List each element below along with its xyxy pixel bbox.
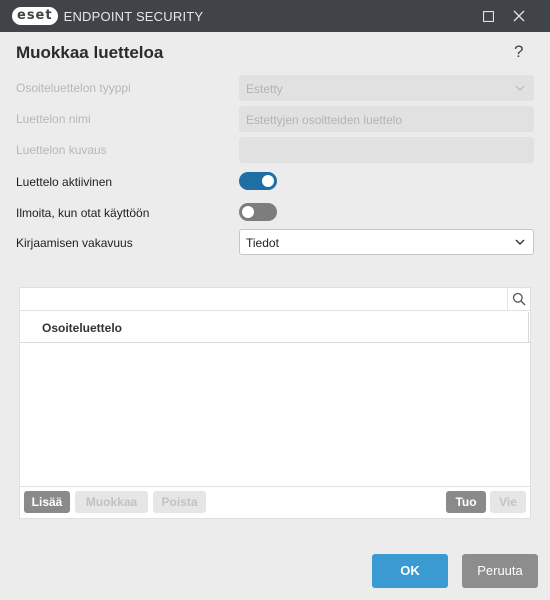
logging-severity-value: Tiedot — [246, 236, 279, 250]
list-description-field — [239, 137, 534, 163]
close-button[interactable] — [503, 0, 535, 32]
remove-button[interactable]: Poista — [153, 491, 206, 513]
address-list-body[interactable] — [20, 344, 530, 486]
maximize-icon — [482, 10, 494, 22]
maximize-button[interactable] — [472, 0, 504, 32]
toggle-knob — [262, 175, 274, 187]
export-button[interactable]: Vie — [490, 491, 526, 513]
column-resize-handle[interactable] — [528, 312, 529, 342]
list-active-toggle[interactable] — [239, 172, 277, 190]
list-type-value: Estetty — [246, 82, 283, 96]
cancel-button[interactable]: Peruuta — [462, 554, 538, 588]
dialog-title: Muokkaa luetteloa — [16, 43, 164, 62]
toggle-knob — [242, 206, 254, 218]
close-icon — [513, 10, 525, 22]
help-button[interactable]: ? — [514, 42, 523, 62]
list-active-label: Luettelo aktiivinen — [16, 175, 113, 189]
search-bar — [20, 288, 530, 311]
search-button[interactable] — [507, 288, 530, 310]
column-header-address-list: Osoiteluettelo — [42, 321, 123, 335]
import-button[interactable]: Tuo — [446, 491, 486, 513]
list-name-label: Luettelon nimi — [16, 112, 91, 126]
list-type-label: Osoiteluettelon tyyppi — [16, 81, 131, 95]
logging-severity-select[interactable]: Tiedot — [239, 229, 534, 255]
add-button[interactable]: Lisää — [24, 491, 70, 513]
notify-toggle[interactable] — [239, 203, 277, 221]
product-name: ENDPOINT SECURITY — [63, 8, 204, 24]
list-description-label: Luettelon kuvaus — [16, 143, 107, 157]
notify-label: Ilmoita, kun otat käyttöön — [16, 206, 150, 220]
address-list-panel: Osoiteluettelo Lisää Muokkaa Poista Tuo … — [19, 287, 531, 519]
eset-logo-badge: eset — [12, 7, 58, 25]
list-type-select: Estetty — [239, 75, 534, 101]
eset-logo: eset ENDPOINT SECURITY — [12, 7, 203, 25]
list-name-field: Estettyjen osoitteiden luettelo — [239, 106, 534, 132]
window-titlebar: eset ENDPOINT SECURITY — [0, 0, 550, 32]
column-header[interactable]: Osoiteluettelo — [20, 312, 530, 343]
search-input[interactable] — [20, 288, 506, 310]
edit-button[interactable]: Muokkaa — [75, 491, 148, 513]
ok-button[interactable]: OK — [372, 554, 448, 588]
chevron-down-icon — [515, 239, 525, 245]
logging-severity-label: Kirjaamisen vakavuus — [16, 236, 133, 250]
list-toolbar: Lisää Muokkaa Poista Tuo Vie — [20, 486, 530, 518]
search-icon — [512, 292, 526, 306]
chevron-down-icon — [515, 85, 525, 91]
